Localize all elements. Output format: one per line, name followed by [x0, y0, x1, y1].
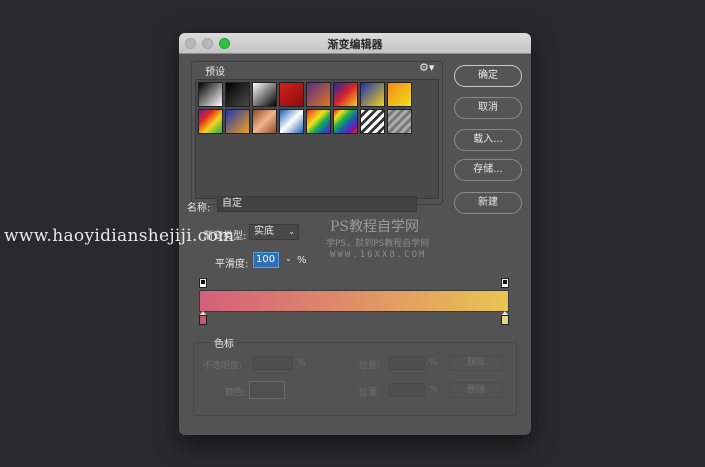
preset-swatch[interactable] — [360, 82, 385, 107]
smoothness-input[interactable]: 100 — [253, 252, 279, 268]
presets-label: 预设 — [205, 67, 225, 78]
stop-color-swatch[interactable] — [249, 381, 285, 399]
watermark-subtitle: 学PS，就到PS教程自学网 — [326, 239, 430, 249]
color-stops-label: 色标 — [211, 335, 237, 350]
chevron-down-icon[interactable]: ⌄ — [285, 254, 292, 263]
location-unit: % — [429, 358, 438, 368]
color-label: 颜色: — [225, 388, 247, 398]
opacity-stop-left[interactable] — [199, 278, 207, 288]
gradient-type-select[interactable]: 实底 ⌄ — [249, 224, 299, 240]
name-label: 名称: — [187, 203, 211, 214]
opacity-unit: % — [297, 358, 306, 368]
color-stops-group — [193, 342, 517, 416]
preset-swatch[interactable] — [225, 82, 250, 107]
preset-swatch[interactable] — [360, 109, 385, 134]
smoothness-unit: % — [297, 255, 307, 266]
gradient-type-value: 实底 — [254, 226, 274, 237]
window-title: 渐变编辑器 — [327, 38, 383, 51]
opacity-field[interactable] — [253, 356, 293, 370]
title-bar: 渐变编辑器 — [179, 33, 531, 54]
preset-swatch[interactable] — [252, 82, 277, 107]
save-button[interactable]: 存储... — [454, 159, 522, 181]
gradient-preview-bar[interactable] — [199, 290, 509, 312]
preset-swatch[interactable] — [225, 109, 250, 134]
preset-swatch[interactable] — [333, 109, 358, 134]
location-label: 位置: — [359, 361, 381, 371]
location-label-2: 位置: — [359, 388, 381, 398]
location-field[interactable] — [389, 356, 425, 370]
smoothness-label: 平滑度: — [215, 259, 249, 270]
gear-icon[interactable]: ⚙▾ — [419, 61, 434, 74]
preset-swatch[interactable] — [306, 82, 331, 107]
watermark-title: PS教程自学网 — [330, 219, 420, 235]
watermark-site: WWW.16XX8.COM — [330, 250, 427, 260]
preset-swatch[interactable] — [306, 109, 331, 134]
ok-button[interactable]: 确定 — [454, 65, 522, 87]
watermark-url: www.haoyidianshejiji.com — [4, 226, 235, 246]
preset-swatch[interactable] — [198, 82, 223, 107]
load-button[interactable]: 载入... — [454, 129, 522, 151]
opacity-stop-right[interactable] — [501, 278, 509, 288]
preset-swatch[interactable] — [279, 109, 304, 134]
cancel-button[interactable]: 取消 — [454, 97, 522, 119]
preset-swatch[interactable] — [333, 82, 358, 107]
opacity-label: 不透明度: — [203, 361, 243, 371]
preset-swatch[interactable] — [387, 82, 412, 107]
color-stop-left[interactable] — [199, 315, 207, 325]
chevron-down-icon: ⌄ — [288, 227, 295, 236]
location-field-2[interactable] — [389, 383, 425, 397]
delete-opacity-stop-button[interactable]: 删除 — [449, 355, 503, 371]
preset-swatch[interactable] — [252, 109, 277, 134]
new-button[interactable]: 新建 — [454, 192, 522, 214]
preset-swatch[interactable] — [198, 109, 223, 134]
preset-swatch[interactable] — [279, 82, 304, 107]
color-stop-right[interactable] — [501, 315, 509, 325]
location-unit-2: % — [429, 385, 438, 395]
name-input[interactable]: 自定 — [217, 196, 417, 212]
preset-swatch[interactable] — [387, 109, 412, 134]
delete-color-stop-button[interactable]: 删除 — [449, 382, 503, 398]
preset-swatch-grid — [195, 79, 439, 199]
